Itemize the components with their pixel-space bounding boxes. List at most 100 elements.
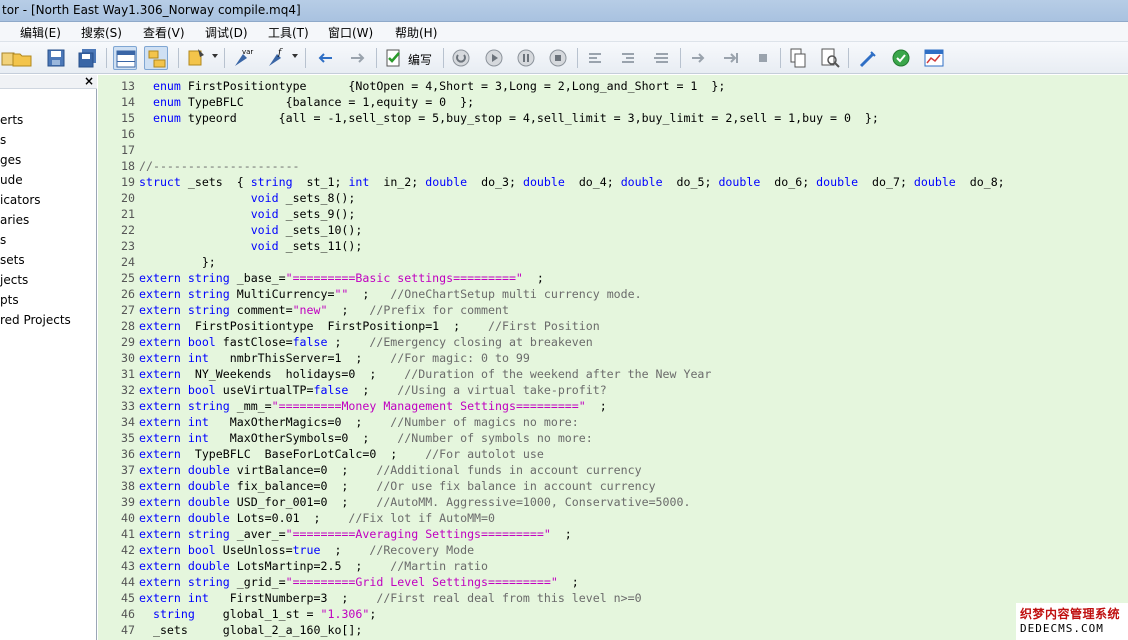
code-line[interactable]: 30 extern int nmbrThisServer=1 ; //For ma… bbox=[98, 350, 1128, 366]
code-line[interactable]: 25 extern string _base_="=========Basic s… bbox=[98, 270, 1128, 286]
menu-search[interactable]: 搜索(S) bbox=[81, 24, 122, 41]
code-token: struct bbox=[139, 175, 181, 189]
function-icon[interactable]: f bbox=[265, 46, 289, 70]
navigator-item[interactable]: s bbox=[0, 233, 6, 247]
line-number: 47 bbox=[121, 623, 135, 637]
compile-button[interactable]: 编写 bbox=[382, 46, 438, 70]
menu-view[interactable]: 查看(V) bbox=[143, 24, 185, 41]
menu-debug[interactable]: 调试(D) bbox=[205, 24, 248, 41]
code-line[interactable]: 19 struct _sets { string st_1; int in_2; … bbox=[98, 174, 1128, 190]
code-token: virtBalance=0 ; bbox=[229, 463, 377, 477]
navigator-item[interactable]: erts bbox=[0, 113, 23, 127]
code-line[interactable]: 42 extern bool UseUnloss=true ; //Recover… bbox=[98, 542, 1128, 558]
code-line[interactable]: 44 extern string _grid_="=========Grid Le… bbox=[98, 574, 1128, 590]
code-line[interactable]: 20 void _sets_8(); bbox=[98, 190, 1128, 206]
code-line[interactable]: 39 extern double USD_for_001=0 ; //AutoMM… bbox=[98, 494, 1128, 510]
code-line[interactable]: 38 extern double fix_balance=0 ; //Or use… bbox=[98, 478, 1128, 494]
navigator-icon[interactable] bbox=[144, 46, 168, 70]
code-line[interactable]: 21 void _sets_9(); bbox=[98, 206, 1128, 222]
code-token: void bbox=[250, 239, 279, 253]
step-icon-3[interactable] bbox=[751, 46, 775, 70]
code-line[interactable]: 43 extern double LotsMartinp=2.5 ; //Mart… bbox=[98, 558, 1128, 574]
forward-arrow-icon[interactable] bbox=[345, 46, 369, 70]
line-number: 44 bbox=[121, 575, 135, 589]
code-line[interactable]: 34 extern int MaxOtherMagics=0 ; //Number… bbox=[98, 414, 1128, 430]
line-number: 33 bbox=[121, 399, 135, 413]
code-line[interactable]: 27 extern string comment="new" ; //Prefix… bbox=[98, 302, 1128, 318]
navigator-item[interactable]: aries bbox=[0, 213, 29, 227]
find-icon[interactable] bbox=[818, 46, 842, 70]
code-token: do_7; bbox=[858, 175, 914, 189]
code-line[interactable]: 23 void _sets_11(); bbox=[98, 238, 1128, 254]
menu-tools[interactable]: 工具(T) bbox=[268, 24, 309, 41]
code-line[interactable]: 15 enum typeord {all = -1,sell_stop = 5,… bbox=[98, 110, 1128, 126]
code-line[interactable]: 26 extern string MultiCurrency="" ; //One… bbox=[98, 286, 1128, 302]
code-line[interactable]: 29 extern bool fastClose=false ; //Emerge… bbox=[98, 334, 1128, 350]
navigator-item[interactable]: ges bbox=[0, 153, 21, 167]
pause-icon[interactable] bbox=[514, 46, 538, 70]
navigator-item[interactable]: red Projects bbox=[0, 313, 71, 327]
code-text: extern double USD_for_001=0 ; //AutoMM. … bbox=[139, 494, 690, 510]
play-icon[interactable] bbox=[482, 46, 506, 70]
navigator-item[interactable]: icators bbox=[0, 193, 41, 207]
code-editor[interactable]: 13 enum FirstPositiontype {NotOpen = 4,S… bbox=[98, 75, 1128, 640]
code-line[interactable]: 32 extern bool useVirtualTP=false ; //Usi… bbox=[98, 382, 1128, 398]
code-line[interactable]: 33 extern string _mm_="=========Money Man… bbox=[98, 398, 1128, 414]
code-line[interactable]: 17 bbox=[98, 142, 1128, 158]
code-token: false bbox=[313, 383, 349, 397]
code-line[interactable]: 36 extern TypeBFLC BaseForLotCalc=0 ; //F… bbox=[98, 446, 1128, 462]
navigator-item[interactable]: sets bbox=[0, 253, 25, 267]
layout-icon[interactable] bbox=[113, 46, 137, 70]
step-icon-2[interactable] bbox=[719, 46, 743, 70]
code-text: extern string _base_="=========Basic set… bbox=[139, 270, 544, 286]
navigator-item[interactable]: jects bbox=[0, 273, 28, 287]
code-line[interactable]: 13 enum FirstPositiontype {NotOpen = 4,S… bbox=[98, 78, 1128, 94]
navigator-item[interactable]: ude bbox=[0, 173, 23, 187]
navigator-item[interactable]: s bbox=[0, 133, 6, 147]
debug-icon-3[interactable] bbox=[649, 46, 673, 70]
code-line[interactable]: 14 enum TypeBFLC {balance = 1,equity = 0… bbox=[98, 94, 1128, 110]
var-icon[interactable]: var bbox=[231, 46, 255, 70]
save-all-icon[interactable] bbox=[76, 46, 100, 70]
menu-help[interactable]: 帮助(H) bbox=[395, 24, 437, 41]
code-token: //For autolot use bbox=[425, 447, 544, 461]
code-line[interactable]: 47 _sets global_2_a_160_ko[]; bbox=[98, 622, 1128, 638]
code-line[interactable]: 16 bbox=[98, 126, 1128, 142]
code-text: enum TypeBFLC {balance = 1,equity = 0 }; bbox=[139, 94, 474, 110]
code-line[interactable]: 31 extern NY_Weekends holidays=0 ; //Dura… bbox=[98, 366, 1128, 382]
code-line[interactable]: 35 extern int MaxOtherSymbols=0 ; //Numbe… bbox=[98, 430, 1128, 446]
code-token: extern string bbox=[139, 287, 230, 301]
code-token: //Emergency closing at breakeven bbox=[369, 335, 593, 349]
stop-icon[interactable] bbox=[449, 46, 473, 70]
code-line[interactable]: 40 extern double Lots=0.01 ; //Fix lot if… bbox=[98, 510, 1128, 526]
close-icon[interactable]: × bbox=[84, 74, 94, 88]
back-arrow-icon[interactable] bbox=[314, 46, 338, 70]
code-token: //Martin ratio bbox=[390, 559, 489, 573]
copy-icon[interactable] bbox=[786, 46, 810, 70]
chart-window-icon[interactable] bbox=[922, 46, 946, 70]
code-line[interactable]: 37 extern double virtBalance=0 ; //Additi… bbox=[98, 462, 1128, 478]
code-line[interactable]: 46 string global_1_st = "1.306"; bbox=[98, 606, 1128, 622]
wizard-icon[interactable] bbox=[184, 46, 208, 70]
navigator-item[interactable]: pts bbox=[0, 293, 19, 307]
debug-icon-1[interactable] bbox=[584, 46, 608, 70]
code-line[interactable]: 28 extern FirstPositiontype FirstPosition… bbox=[98, 318, 1128, 334]
step-icon-1[interactable] bbox=[687, 46, 711, 70]
save-icon[interactable] bbox=[44, 46, 68, 70]
code-line[interactable]: 45 extern int FirstNumberp=3 ; //First re… bbox=[98, 590, 1128, 606]
brush-icon[interactable] bbox=[857, 46, 881, 70]
code-line[interactable]: 18 //--------------------- bbox=[98, 158, 1128, 174]
code-token: //Recovery Mode bbox=[369, 543, 475, 557]
menu-edit[interactable]: 编辑(E) bbox=[20, 24, 61, 41]
code-line[interactable]: 24 }; bbox=[98, 254, 1128, 270]
menu-window[interactable]: 窗口(W) bbox=[328, 24, 373, 41]
code-line[interactable]: 41 extern string _aver_="=========Averagi… bbox=[98, 526, 1128, 542]
code-line[interactable]: 22 void _sets_10(); bbox=[98, 222, 1128, 238]
line-number: 36 bbox=[121, 447, 135, 461]
code-token: ; bbox=[550, 527, 572, 541]
debug-icon-2[interactable] bbox=[617, 46, 641, 70]
check-shield-icon[interactable] bbox=[889, 46, 913, 70]
stop-square-icon[interactable] bbox=[546, 46, 570, 70]
code-token: MultiCurrency= bbox=[229, 287, 335, 301]
open-folder-icon[interactable] bbox=[11, 46, 35, 70]
